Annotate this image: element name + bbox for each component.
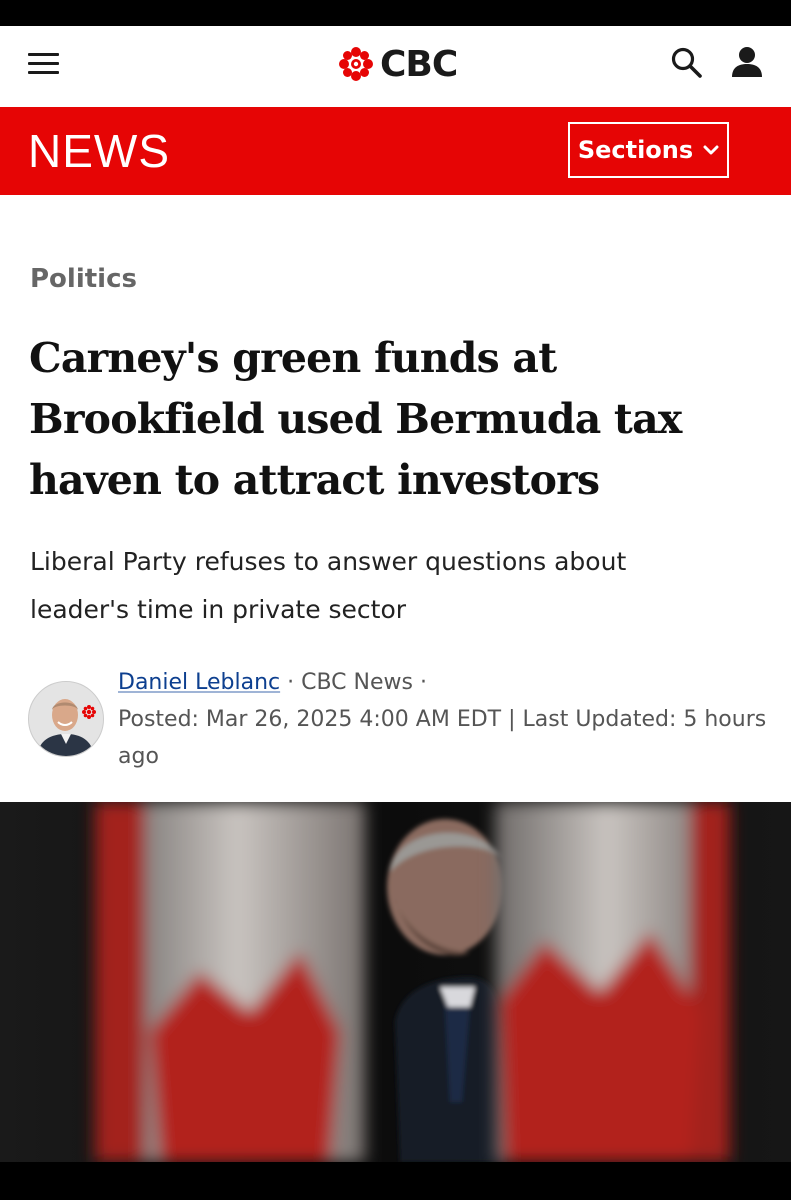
logo-wordmark: CBC [380,43,458,85]
cbc-gem-icon [339,47,373,81]
news-section-title[interactable]: NEWS [28,125,170,177]
article-page: CBC NEWS Sections Politics Carney's gree… [0,26,791,1162]
article-hero-image[interactable] [0,802,791,1162]
author-link[interactable]: Daniel Leblanc [118,670,280,695]
author-avatar[interactable] [28,681,104,757]
search-icon[interactable] [670,46,704,80]
user-account-icon[interactable] [729,44,765,80]
article-headline: Carney's green funds at Brookfield used … [29,334,682,504]
article-dateline: Posted: Mar 26, 2025 4:00 AM EDT | Last … [118,707,767,769]
byline-separator-trailing: · [412,670,427,695]
news-section-bar: NEWS Sections [0,107,791,195]
article-category[interactable]: Politics [30,264,137,294]
byline-separator: · [280,670,302,695]
article-subheadline: Liberal Party refuses to answer question… [30,547,627,624]
chevron-down-icon [703,145,719,155]
top-navigation-bar: CBC [0,26,791,106]
byline-outlet: CBC News [301,670,413,695]
sections-dropdown-button[interactable]: Sections [568,122,729,178]
hamburger-menu-icon[interactable] [28,52,60,76]
sections-label: Sections [577,136,694,164]
article-byline: Daniel Leblanc · CBC News · Posted: Mar … [118,664,768,775]
cbc-logo[interactable]: CBC [338,42,458,86]
